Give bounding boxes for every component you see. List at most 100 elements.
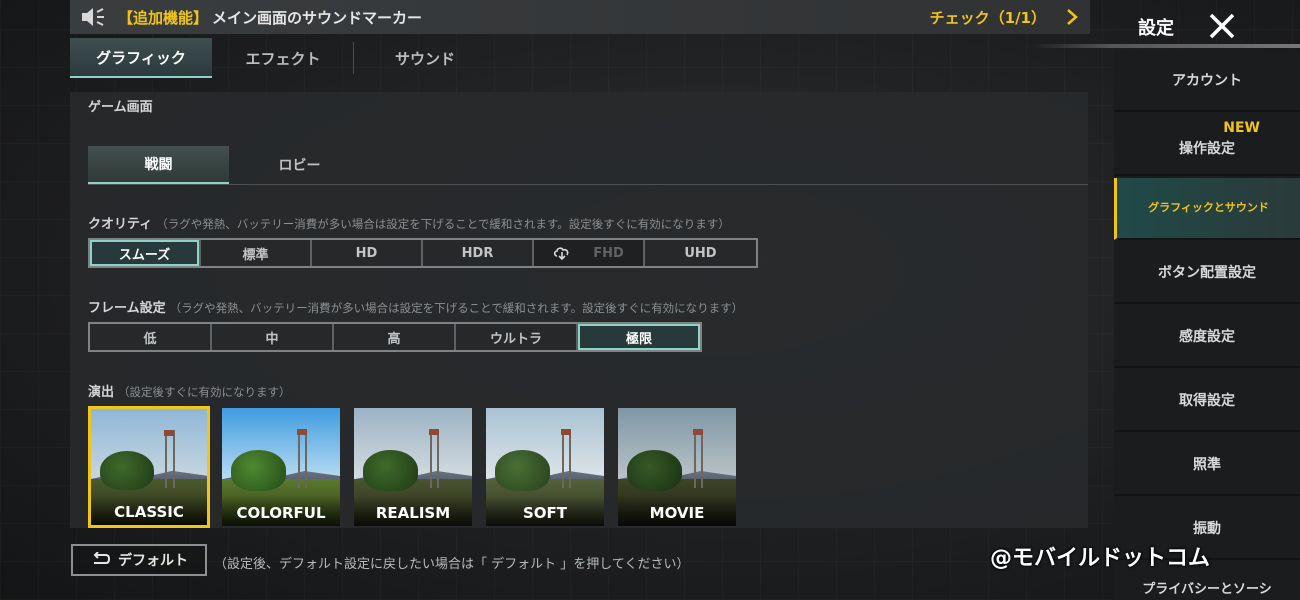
style-caption: SOFT [486, 496, 604, 526]
sidebar-item-label: ボタン配置設定 [1158, 265, 1256, 281]
sidebar-item-label: 感度設定 [1179, 329, 1235, 345]
frame-selector: 低 中 高 ウルトラ 極限 [88, 322, 702, 352]
style-caption: CLASSIC [91, 495, 207, 525]
tab-graphics[interactable]: グラフィック [70, 38, 212, 78]
style-caption: REALISM [354, 496, 472, 526]
subtab-lobby[interactable]: ロビー [229, 146, 370, 184]
frame-option-medium[interactable]: 中 [212, 324, 334, 350]
thumb-tower [560, 429, 571, 489]
sidebar-item-graphics-sound[interactable]: グラフィックとサウンド [1114, 178, 1300, 240]
sidebar-item-account[interactable]: アカウント [1114, 50, 1300, 112]
sidebar-item-label: 照準 [1193, 457, 1221, 473]
sidebar-item-label: 操作設定 [1179, 141, 1235, 157]
sidebar-item-label: 振動 [1193, 521, 1221, 537]
thumb-tower [296, 429, 307, 489]
subtab-divider [88, 184, 1088, 185]
quality-note: （ラグや発熱、バッテリー消費が多い場合は設定を下げることで緩和されます。設定後す… [156, 217, 730, 231]
style-options: CLASSIC COLORFUL REALISM SOFT MOVIE [88, 406, 738, 528]
style-note: （設定後すぐに有効になります） [118, 385, 291, 399]
tab-effects[interactable]: エフェクト [212, 38, 354, 78]
page-title: 設定 [1138, 18, 1174, 39]
sidebar-item-label: プライバシーとソーシ [1142, 582, 1272, 597]
style-title: 演出 [88, 385, 115, 400]
option-label: 極限 [625, 331, 652, 347]
option-label: ウルトラ [489, 331, 542, 347]
thumb-tree [627, 450, 682, 491]
chevron-right-icon[interactable] [1066, 8, 1078, 30]
option-label: HDR [461, 245, 494, 261]
subtab-battle[interactable]: 戦闘 [88, 146, 229, 184]
new-badge: NEW [1223, 120, 1260, 136]
option-label: 低 [143, 331, 157, 347]
quality-option-hdr[interactable]: HDR [423, 240, 534, 266]
header-divider [1030, 44, 1300, 48]
default-button-label: デフォルト [118, 553, 188, 569]
tab-label: サウンド [394, 49, 455, 68]
frame-note: （ラグや発熱、バッテリー消費が多い場合は設定を下げることで緩和されます。設定後す… [169, 301, 744, 315]
option-label: 高 [387, 331, 401, 347]
option-label: 中 [265, 331, 279, 347]
option-label: スムーズ [118, 247, 171, 263]
thumb-tree [495, 450, 550, 491]
option-label: UHD [684, 245, 717, 261]
quality-option-fhd[interactable]: FHD [534, 240, 645, 266]
tab-label: グラフィック [96, 48, 186, 67]
reset-icon [90, 550, 111, 570]
quality-option-hd[interactable]: HD [312, 240, 423, 266]
notice-bar[interactable]: 【追加機能】 メイン画面のサウンドマーカー チェック（1/1） [70, 0, 1090, 34]
settings-sidebar: アカウント NEW 操作設定 グラフィックとサウンド ボタン配置設定 感度設定 … [1114, 50, 1300, 600]
frame-option-low[interactable]: 低 [90, 324, 212, 350]
frame-option-high[interactable]: 高 [334, 324, 456, 350]
quality-option-standard[interactable]: 標準 [201, 240, 312, 266]
quality-title: クオリティ [88, 217, 153, 232]
thumb-tree [100, 450, 154, 491]
notice-message: メイン画面のサウンドマーカー [212, 8, 423, 27]
style-option-realism[interactable]: REALISM [352, 406, 474, 528]
quality-label: クオリティ （ラグや発熱、バッテリー消費が多い場合は設定を下げることで緩和されます… [88, 213, 730, 232]
style-caption: MOVIE [618, 496, 736, 526]
close-icon[interactable] [1206, 10, 1238, 42]
notice-tag: 【追加機能】 [118, 8, 209, 27]
style-option-movie[interactable]: MOVIE [616, 406, 738, 528]
style-option-colorful[interactable]: COLORFUL [220, 406, 342, 528]
main-tabs: グラフィック エフェクト サウンド [70, 38, 496, 78]
option-label: 標準 [242, 247, 269, 263]
frame-option-extreme[interactable]: 極限 [578, 324, 700, 350]
sidebar-item-controls[interactable]: NEW 操作設定 [1114, 114, 1300, 176]
style-option-classic[interactable]: CLASSIC [88, 406, 210, 528]
settings-panel: ゲーム画面 戦闘 ロビー クオリティ （ラグや発熱、バッテリー消費が多い場合は設定… [70, 92, 1088, 528]
frame-option-ultra[interactable]: ウルトラ [456, 324, 578, 350]
thumb-tower [164, 429, 175, 488]
sidebar-item-label: グラフィックとサウンド [1148, 201, 1269, 214]
sidebar-item-crosshair[interactable]: 照準 [1114, 434, 1300, 496]
option-label: FHD [593, 245, 624, 261]
default-note: （設定後、デフォルト設定に戻したい場合は「 デフォルト 」を押してください） [214, 557, 690, 572]
style-option-soft[interactable]: SOFT [484, 406, 606, 528]
thumb-tower [692, 429, 703, 489]
subtab-label: ロビー [278, 158, 321, 174]
thumb-tower [428, 429, 439, 489]
quality-option-smooth[interactable]: スムーズ [90, 240, 201, 266]
sidebar-item-pickup[interactable]: 取得設定 [1114, 370, 1300, 432]
speaker-icon [76, 0, 110, 34]
quality-option-uhd[interactable]: UHD [645, 240, 756, 266]
style-caption: COLORFUL [222, 496, 340, 526]
quality-selector: スムーズ 標準 HD HDR FHD UHD [88, 238, 758, 268]
tab-label: エフェクト [245, 49, 321, 68]
section-title: ゲーム画面 [88, 100, 153, 115]
default-button[interactable]: デフォルト [71, 544, 207, 576]
subtabs: 戦闘 ロビー [88, 146, 370, 184]
sidebar-item-label: アカウント [1172, 73, 1242, 89]
frame-label: フレーム設定 （ラグや発熱、バッテリー消費が多い場合は設定を下げることで緩和されま… [88, 297, 743, 316]
sidebar-item-label: 取得設定 [1179, 393, 1235, 409]
thumb-tree [363, 450, 418, 491]
sidebar-item-sensitivity[interactable]: 感度設定 [1114, 306, 1300, 368]
cloud-download-icon [553, 246, 571, 260]
tab-sound[interactable]: サウンド [354, 38, 496, 78]
frame-title: フレーム設定 [88, 301, 166, 316]
style-label: 演出 （設定後すぐに有効になります） [88, 381, 291, 400]
thumb-tree [231, 450, 286, 491]
notice-check-link[interactable]: チェック（1/1） [930, 7, 1046, 28]
sidebar-item-button-layout[interactable]: ボタン配置設定 [1114, 242, 1300, 304]
watermark: @モバイルドットコム [990, 546, 1211, 571]
